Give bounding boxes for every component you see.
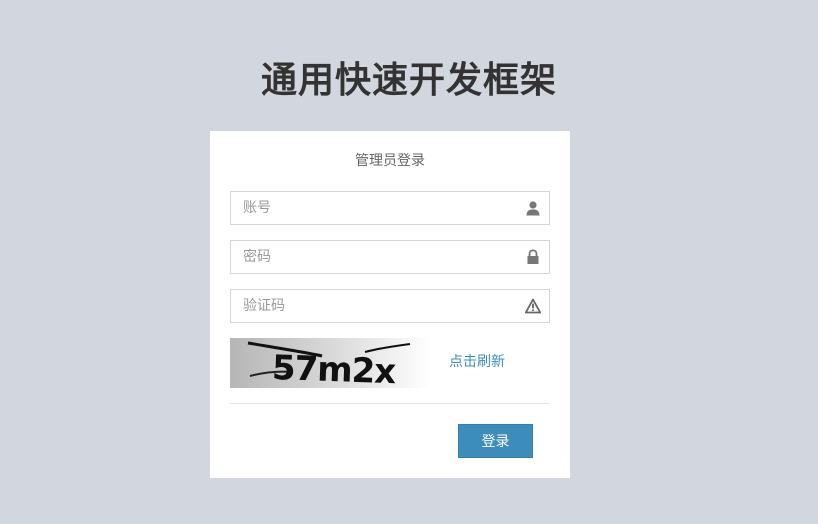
password-field-wrapper [230,240,550,274]
captcha-field-wrapper [230,289,550,323]
user-icon [526,201,540,216]
lock-icon [527,249,539,264]
captcha-image[interactable]: 57m2x [230,338,430,388]
captcha-input[interactable] [231,290,549,322]
account-input[interactable] [231,192,549,224]
login-button[interactable]: 登录 [458,424,533,458]
refresh-captcha-link[interactable]: 点击刷新 [449,352,505,372]
page-title: 通用快速开发框架 [260,60,557,101]
login-box-title: 管理员登录 [355,153,425,169]
login-box: 管理员登录 账号 验证码 57m2x 点击刷新 登录 [210,131,570,478]
captcha-text: 57m2x [271,348,397,388]
password-input[interactable] [231,241,549,273]
account-field-wrapper [230,191,550,225]
warning-icon [525,298,541,314]
divider [230,403,550,404]
